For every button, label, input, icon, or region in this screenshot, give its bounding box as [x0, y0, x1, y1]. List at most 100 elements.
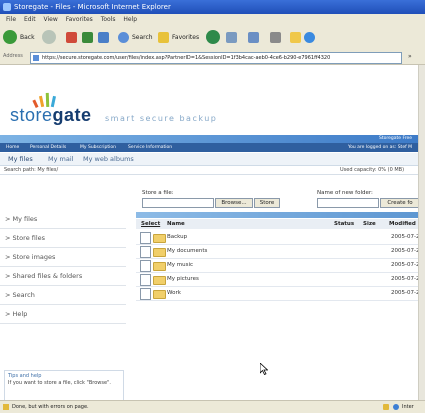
logo-wordmark: storegate [10, 105, 92, 125]
tips-text: If you want to store a file, click "Brow… [8, 380, 111, 386]
col-status[interactable]: Status [334, 219, 354, 229]
logo-tagline: smart secure backup [105, 114, 218, 123]
folder-icon [153, 262, 166, 271]
url-text: https://secure.storegate.com/user/files/… [42, 55, 331, 61]
row-checkbox[interactable] [140, 260, 151, 272]
col-select[interactable]: Select [141, 219, 160, 229]
search-icon[interactable] [118, 32, 129, 43]
window-title: Storegate - Files - Microsoft Internet E… [14, 3, 171, 11]
tips-title: Tips and help [8, 373, 42, 379]
statusbar: Done, but with errors on page. Inter [0, 400, 425, 413]
menu-view[interactable]: View [44, 14, 58, 26]
media-icon[interactable] [206, 30, 220, 44]
forward-icon[interactable] [42, 30, 56, 44]
menu-tools[interactable]: Tools [101, 14, 116, 26]
table-row[interactable]: Backup 2005-07-2 [136, 231, 418, 245]
lock-icon [383, 404, 389, 410]
menu-file[interactable]: File [6, 14, 16, 26]
row-modified: 2005-07-2 [391, 262, 418, 268]
favorites-button-label[interactable]: Favorites [172, 30, 199, 46]
row-name[interactable]: My music [167, 259, 193, 272]
page-tabs: My files My mail My web albums [0, 153, 418, 166]
row-checkbox[interactable] [140, 232, 151, 244]
mail-icon[interactable] [248, 32, 259, 43]
print-icon[interactable] [270, 32, 281, 43]
search-path: Search path: My files/ [4, 167, 59, 173]
tab-my-web-albums[interactable]: My web albums [83, 153, 134, 165]
table-row[interactable]: My music 2005-07-2 [136, 259, 418, 273]
create-folder-button[interactable]: Create fo [380, 198, 418, 208]
stop-icon[interactable] [66, 32, 77, 43]
address-label: Address [3, 53, 23, 59]
col-modified[interactable]: Modified [389, 219, 416, 229]
nav-my-subscription[interactable]: My Subscription [80, 143, 116, 152]
divider [0, 174, 418, 175]
tab-my-files[interactable]: My files [8, 153, 33, 165]
page-viewport: storegate smart secure backup Storegate … [0, 65, 418, 400]
sidebar-item-store-images[interactable]: > Store images [0, 248, 126, 267]
table-row[interactable]: My pictures 2005-07-2 [136, 273, 418, 287]
nav-home[interactable]: Home [6, 143, 19, 152]
warning-icon[interactable] [3, 404, 9, 410]
menubar: File Edit View Favorites Tools Help [0, 14, 425, 26]
browser-toolbar: Back Search Favorites [0, 26, 425, 51]
file-action-bar [136, 212, 418, 218]
home-icon[interactable] [98, 32, 109, 43]
nav-service-information[interactable]: Service Information [128, 143, 172, 152]
history-icon[interactable] [226, 32, 237, 43]
row-modified: 2005-07-2 [391, 248, 418, 254]
site-topbar: Storegate Free [0, 135, 418, 143]
browse-button[interactable]: Browse... [215, 198, 253, 208]
search-button-label[interactable]: Search [132, 30, 153, 46]
file-table-header: Select Name Status Size Modified [136, 219, 418, 229]
sidebar-item-help[interactable]: > Help [0, 305, 126, 324]
row-checkbox[interactable] [140, 274, 151, 286]
edit-icon[interactable] [290, 32, 301, 43]
folder-icon [153, 248, 166, 257]
address-go-button[interactable]: » [408, 53, 412, 60]
storegate-logo[interactable]: storegate smart secure backup [10, 90, 260, 135]
sidebar-item-shared-files[interactable]: > Shared files & folders [0, 267, 126, 286]
sidebar-item-search[interactable]: > Search [0, 286, 126, 305]
table-row[interactable]: Work 2005-07-2 [136, 287, 418, 301]
store-button[interactable]: Store [254, 198, 280, 208]
row-name[interactable]: Work [167, 287, 181, 300]
menu-edit[interactable]: Edit [24, 14, 36, 26]
folder-icon [153, 276, 166, 285]
row-name[interactable]: My pictures [167, 273, 199, 286]
url-field[interactable]: https://secure.storegate.com/user/files/… [30, 52, 402, 64]
folder-icon [153, 290, 166, 299]
mouse-cursor-icon [260, 363, 268, 375]
plan-label: Storegate Free [378, 136, 412, 141]
nav-personal-details[interactable]: Personal Details [30, 143, 66, 152]
menu-favorites[interactable]: Favorites [66, 14, 93, 26]
globe-icon [393, 404, 399, 410]
row-checkbox[interactable] [140, 246, 151, 258]
menu-help[interactable]: Help [123, 14, 137, 26]
back-button-label[interactable]: Back [20, 30, 35, 46]
sidebar-item-store-files[interactable]: > Store files [0, 229, 126, 248]
file-path-input[interactable] [142, 198, 214, 208]
row-name[interactable]: Backup [167, 231, 187, 244]
back-icon[interactable] [3, 30, 17, 44]
refresh-icon[interactable] [82, 32, 93, 43]
sidebar-item-my-files[interactable]: > My files [0, 210, 126, 229]
ie-icon [3, 3, 11, 11]
used-capacity: Used capacity: 0% (0 MB) [340, 167, 405, 173]
tab-my-mail[interactable]: My mail [48, 153, 73, 165]
col-size[interactable]: Size [363, 219, 376, 229]
new-folder-input[interactable] [317, 198, 379, 208]
site-nav: Home Personal Details My Subscription Se… [0, 143, 418, 152]
vertical-scrollbar[interactable] [418, 65, 425, 400]
messenger-icon[interactable] [304, 32, 315, 43]
table-row[interactable]: My documents 2005-07-2 [136, 245, 418, 259]
store-file-label: Store a file: [142, 190, 174, 196]
row-modified: 2005-07-2 [391, 276, 418, 282]
row-name[interactable]: My documents [167, 245, 207, 258]
row-modified: 2005-07-2 [391, 290, 418, 296]
favorites-icon[interactable] [158, 32, 169, 43]
col-name[interactable]: Name [167, 219, 185, 229]
logged-in-text: You are logged on as: Stef M [347, 145, 412, 150]
row-checkbox[interactable] [140, 288, 151, 300]
tips-and-help-box: Tips and help If you want to store a fil… [4, 370, 124, 400]
